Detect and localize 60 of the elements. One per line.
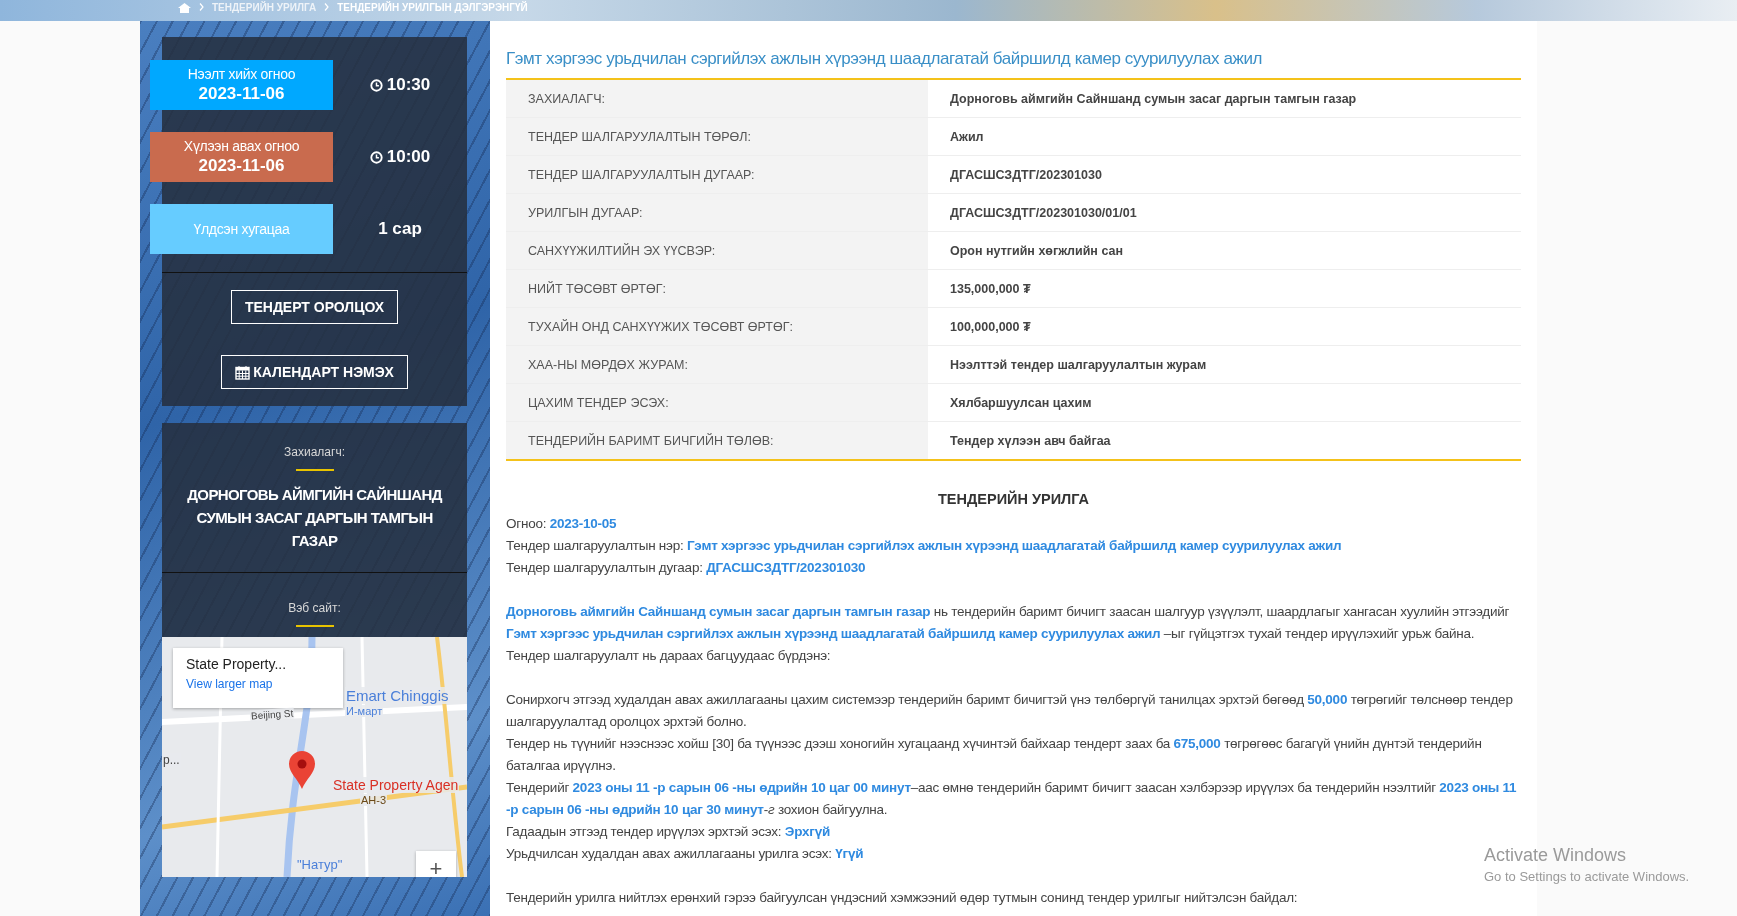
map-label: AH-3 (360, 794, 388, 806)
clock-icon (369, 150, 383, 164)
detail-value: Хялбаршуулсан цахим (928, 383, 1521, 422)
detail-label: ЗАХИАЛАГЧ: (506, 80, 928, 118)
schedule-label: Хүлээн авах огноо 2023-11-06 (150, 132, 333, 182)
paragraph: Гадаадын этгээд тендер ирүүлэх эрхтэй эсэх: Эрхгүй (506, 823, 830, 841)
detail-label: ТЕНДЕРИЙН БАРИМТ БИЧГИЙН ТӨЛӨВ: (506, 421, 928, 460)
detail-label: ЦАХИМ ТЕНДЕР ЭСЭХ: (506, 383, 928, 422)
paragraph: Огноо: 2023-10-05 (506, 515, 617, 533)
paragraph: Тендер шалгаруулалт нь дараах багцуудаас бүрдэнэ: (506, 647, 831, 665)
map-label: State Property Agen (332, 777, 460, 793)
clock-icon (369, 78, 383, 92)
map-pin-icon[interactable] (288, 751, 316, 789)
schedule-value: 10:30 (386, 75, 431, 95)
detail-label: НИЙТ ТӨСӨВТ ӨРТӨГ: (506, 269, 928, 308)
place-name: State Property... (186, 656, 288, 672)
paragraph: Дорноговь аймгийн Сайншанд сумын засаг даргын тамгын газар нь тендерийн баримт бичигт заасан шалгуур үзүүлэлт, шаардлагыг хангасан хуулийн этгээдийг Гэмт хэргээс урьдчилан сэргийлэх ажлын хүрээнд шаадлагатай байршилд камер суурилуулах ажил –ыг гүйцэтгэх тухай тендер ирүүлэхийг урьж байна. (506, 603, 1511, 643)
detail-value: 135,000,000 ₮ (928, 269, 1521, 308)
schedule-value: 1 сар (378, 219, 422, 239)
detail-label: УРИЛГЫН ДУГААР: (506, 193, 928, 232)
schedule-label: Үлдсэн хугацаа (150, 204, 333, 254)
schedule-value: 10:00 (386, 147, 431, 167)
paragraph: Урьдчилсан худалдан авах ажиллагааны урилга эсэх: Үгүй (506, 845, 864, 863)
detail-value: ДГАСШСЗДТГ/202301030 (928, 155, 1521, 194)
detail-label: ХАА-НЫ МӨРДӨХ ЖУРАМ: (506, 345, 928, 384)
calendar-icon (235, 364, 251, 380)
customer-name: ДОРНОГОВЬ АЙМГИЙН САЙНШАНД СУМЫН ЗАСАГ ДАРГЫН ТАМГЫН ГАЗАР (186, 485, 444, 551)
website-label: Вэб сайт: (287, 601, 342, 615)
detail-label: САНХҮҮЖИЛТИЙН ЭХ ҮҮСВЭР: (506, 231, 928, 270)
paragraph: Тендерийн урилга нийтлэх ерөнхий гэрээ байгуулсан үндэсний хэмжээний өдөр тутмын сонинд тендер урилгыг нийтэлсэн байдал: (506, 889, 1298, 907)
detail-value: ДГАСШСЗДТГ/202301030/01/01 (928, 193, 1521, 232)
detail-value: Орон нутгийн хөгжлийн сан (928, 231, 1521, 270)
map-drawing[interactable]: State Property... View larger map Emart Chinggis И-март Beijing St State Property Agen AH-3 "Натур" р... + (162, 637, 467, 877)
section-heading: ТЕНДЕРИЙН УРИЛГА (936, 491, 1091, 507)
schedule-label: Нээлт хийх огноо 2023-11-06 (150, 60, 333, 110)
detail-value: Нээлттэй тендер шалгаруулалтын журам (928, 345, 1521, 384)
chevron-icon (324, 3, 330, 11)
map-label: "Натур" (296, 857, 344, 872)
paragraph: Тендер нь түүнийг нээснээс хойш [30] ба түүнээс дээш хоногийн хугацаанд хүчинтэй байхаар тендерт заах ба 675,000 төгрөгөөс багагүй үнийн дүнтэй тендерийн баталгаа ирүүлнэ. (506, 735, 1483, 775)
paragraph: Тендер шалгаруулалтын дугаар: ДГАСШСЗДТГ/202301030 (506, 559, 866, 577)
participate-button[interactable]: ТЕНДЕРТ ОРОЛЦОХ (230, 290, 399, 324)
view-larger-map-link[interactable]: View larger map (186, 677, 330, 691)
detail-label: ТУХАЙН ОНД САНХҮҮЖИХ ТӨСӨВТ ӨРТӨГ: (506, 307, 928, 346)
paragraph: Тендер шалгаруулалтын нэр: Гэмт хэргээс урьдчилан сэргийлэх ажлын хүрээнд шаадлагатай байршилд камер суурилуулах ажил (506, 537, 1342, 555)
add-calendar-button[interactable]: КАЛЕНДАРТ НЭМЭХ (221, 355, 408, 389)
paragraph: Сонирхогч этгээд худалдан авах ажиллагааны цахим системээр тендерийн баримт бичигтэй үнэ төлбөргүй танилцах эрхтэй бөгөөд 50,000 төгрөгийг төлснөөр тендер шалгаруулалтад оролцох эрхтэй болно. (506, 691, 1514, 731)
map-label: Emart Chinggis (345, 687, 450, 704)
activation-hint: Go to Settings to activate Windows. (1484, 869, 1690, 884)
detail-value: Тендер хүлээн авч байгаа (928, 421, 1521, 460)
activation-title: Activate Windows (1484, 845, 1628, 866)
detail-value: Дорноговь аймгийн Сайншанд сумын засаг даргын тамгын газар (928, 80, 1521, 118)
detail-label: ТЕНДЕР ШАЛГАРУУЛАЛТЫН ТӨРӨЛ: (506, 117, 928, 156)
zoom-in-button[interactable]: + (416, 851, 456, 877)
chevron-icon (199, 3, 204, 11)
customer-label: Захиалагч: (283, 445, 346, 459)
map-label: И-март (345, 705, 384, 717)
detail-value: 100,000,000 ₮ (928, 307, 1521, 346)
detail-value: Ажил (928, 117, 1521, 156)
detail-label: ТЕНДЕР ШАЛГАРУУЛАЛТЫН ДУГААР: (506, 155, 928, 194)
paragraph: Тендерийг 2023 оны 11 -р сарын 06 -ны өдрийн 10 цаг 00 минут–аас өмнө тендерийн баримт бичигт заасан хэлбэрээр ирүүлэх ба тендерийн нээлтийг 2023 оны 11 -р сарын 06 -ны өдрийн 10 цаг 30 минут-г зохион байгуулна. (506, 779, 1518, 819)
